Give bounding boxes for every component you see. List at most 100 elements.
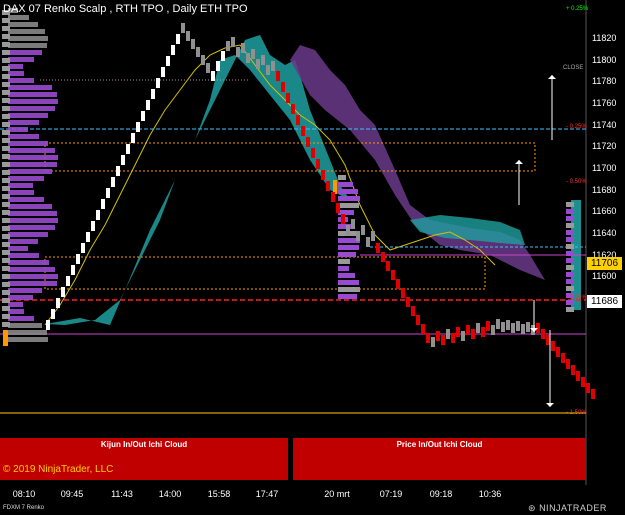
renko-brick (561, 353, 565, 363)
arrow-up-1-head (548, 75, 556, 79)
renko-brick (461, 331, 465, 341)
price-tick: 11760 (592, 97, 617, 108)
tpo-profile-row (2, 42, 10, 47)
tpo-profile-row (2, 106, 10, 111)
renko-brick (466, 325, 470, 335)
tpo-profile-row (8, 106, 55, 111)
tpo-profile-row (8, 155, 58, 160)
tpo-profile-row (8, 218, 58, 223)
time-tick: 09:45 (60, 489, 84, 499)
renko-brick (571, 365, 575, 375)
close-label: CLOSE (563, 65, 584, 71)
value-area-box-lower (44, 256, 486, 290)
tpo-profile-row (566, 279, 574, 284)
tpo-profile-row (2, 194, 10, 199)
tpo-profile-row (2, 274, 10, 279)
tpo-profile-row (338, 294, 357, 299)
tpo-profile-row (2, 202, 10, 207)
renko-brick (196, 47, 200, 57)
tpo-profile-row (8, 204, 52, 209)
renko-brick (66, 276, 70, 286)
renko-brick (191, 39, 195, 49)
renko-brick (471, 329, 475, 339)
tpo-profile-row (8, 225, 55, 230)
tpo-profile-row (8, 323, 42, 328)
tpo-profile-row (566, 223, 574, 228)
tpo-profile-row (8, 183, 33, 188)
price-tick: 11640 (592, 227, 617, 238)
tpo-profile-row (2, 74, 10, 79)
renko-brick (356, 231, 360, 241)
renko-brick (496, 319, 500, 329)
tpo-profile-row (2, 154, 10, 159)
renko-brick (176, 34, 180, 44)
tpo-profile-row (338, 203, 359, 208)
ninjatrader-logo: ⊛ NINJATRADER (528, 503, 607, 514)
renko-brick (391, 270, 395, 280)
renko-brick (341, 214, 345, 224)
renko-brick (396, 279, 400, 289)
price-tick: 11820 (592, 33, 617, 43)
tpo-profile-row (566, 307, 574, 312)
renko-brick (181, 23, 185, 33)
tpo-profile-row (8, 127, 28, 132)
tpo-profile-row (2, 322, 10, 327)
renko-brick (486, 321, 490, 331)
renko-brick (56, 298, 60, 308)
tpo-profile-row (8, 281, 57, 286)
renko-brick (421, 324, 425, 334)
renko-brick (81, 243, 85, 253)
tpo-profile-row (2, 82, 10, 87)
logo-icon: ⊛ (528, 503, 537, 513)
renko-brick (261, 55, 265, 65)
renko-brick (271, 61, 275, 71)
renko-brick (151, 89, 155, 99)
renko-brick (451, 333, 455, 343)
tpo-profile-row (2, 226, 10, 231)
tpo-profile-row (338, 182, 353, 187)
tpo-profile-row (8, 141, 48, 146)
renko-brick (366, 237, 370, 247)
tpo-profile-row (338, 245, 359, 250)
tpo-profile-row (338, 252, 356, 257)
tpo-profile-row (2, 298, 10, 303)
tpo-profile-row (338, 280, 359, 285)
tpo-profile-row (2, 162, 10, 167)
percent-label: - 0.25% (566, 124, 587, 130)
renko-brick (381, 252, 385, 262)
tpo-profile-row (8, 169, 52, 174)
price-tick: 11680 (592, 184, 617, 195)
renko-brick (441, 335, 445, 345)
renko-brick (506, 320, 510, 330)
time-tick: 17:47 (255, 489, 279, 499)
renko-brick (541, 329, 545, 339)
tpo-profile-row (8, 267, 55, 272)
renko-brick (311, 148, 315, 158)
tpo-profile-row (338, 196, 360, 201)
time-tick: 11:43 (111, 489, 133, 499)
tpo-profile-row (8, 120, 39, 125)
renko-brick (411, 306, 415, 316)
tpo-profile-row (8, 43, 47, 48)
renko-brick (96, 210, 100, 220)
renko-brick (186, 31, 190, 41)
tpo-profile-row (2, 146, 10, 151)
tpo-profile-row (338, 189, 358, 194)
tpo-profile-row (338, 266, 349, 271)
renko-brick (476, 323, 480, 333)
renko-brick (86, 232, 90, 242)
tpo-profile-row (8, 148, 55, 153)
time-tick: 14:00 (158, 489, 182, 499)
renko-brick (551, 341, 555, 351)
renko-brick (351, 219, 355, 229)
tpo-profile-row (2, 314, 10, 319)
tpo-profile-row (566, 237, 574, 242)
tpo-profile-row (8, 50, 42, 55)
tpo-profile-row (2, 234, 10, 239)
renko-brick (556, 347, 560, 357)
tpo-profile-row (2, 18, 10, 23)
price-cloud-panel: Price In/Out Ichi Cloud (293, 438, 586, 480)
renko-brick (576, 371, 580, 381)
tpo-profile-row (566, 258, 574, 263)
tpo-profile-row (2, 50, 10, 55)
